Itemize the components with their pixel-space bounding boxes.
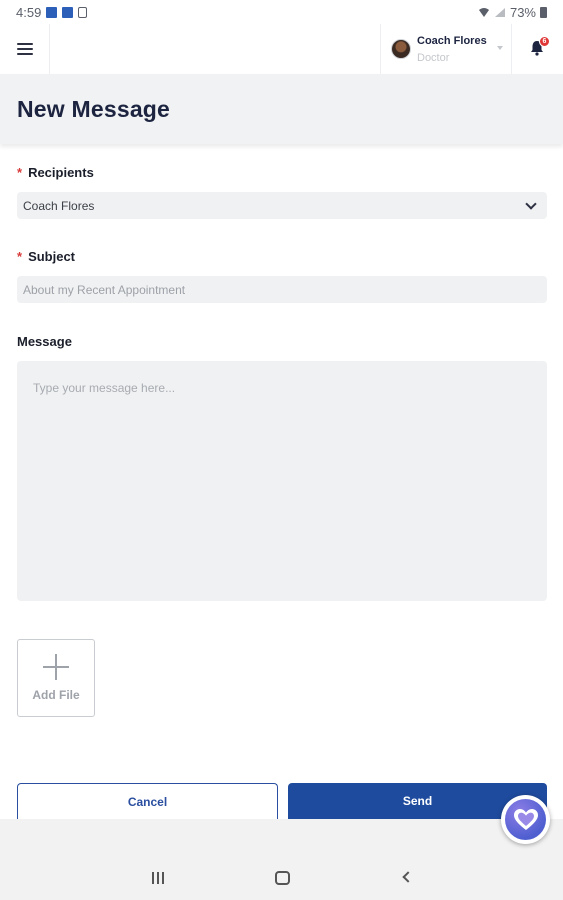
required-marker: *: [17, 249, 23, 264]
home-icon[interactable]: [275, 871, 290, 885]
message-label: Message: [17, 334, 72, 349]
battery-level: 73%: [509, 4, 536, 20]
status-left: 4:59: [16, 4, 88, 20]
subject-input[interactable]: [17, 276, 547, 303]
battery-icon: [540, 6, 547, 18]
required-marker: *: [17, 165, 23, 180]
recipients-select[interactable]: Coach Flores: [17, 192, 547, 219]
fab-inner: [505, 799, 546, 840]
title-band: New Message: [0, 74, 563, 144]
chevron-down-icon: [497, 46, 503, 50]
status-time: 4:59: [16, 4, 42, 20]
status-bar: 4:59 73%: [0, 0, 563, 24]
recipients-selected-value: Coach Flores: [23, 198, 95, 213]
app-header: Coach Flores Doctor 6: [0, 24, 563, 74]
subject-label-text: Subject: [28, 249, 76, 264]
notification-badge: 6: [539, 36, 550, 47]
user-name: Coach Flores: [417, 34, 487, 47]
profile-text: Coach Flores Doctor: [417, 35, 487, 64]
floating-heart-button[interactable]: [501, 795, 550, 844]
user-profile-menu[interactable]: Coach Flores Doctor: [380, 24, 512, 74]
user-role: Doctor: [417, 51, 450, 64]
app-notification-icon: [46, 6, 58, 18]
system-nav-bar: [0, 819, 563, 900]
wifi-icon: [478, 7, 489, 17]
plus-icon: [43, 654, 69, 680]
recent-apps-icon[interactable]: [152, 872, 164, 884]
add-file-label: Add File: [32, 688, 80, 702]
signal-icon: [494, 7, 505, 17]
recipients-label: * Recipients: [17, 165, 94, 180]
back-icon[interactable]: [402, 871, 414, 883]
hamburger-menu-icon[interactable]: [0, 24, 50, 74]
cancel-button[interactable]: Cancel: [17, 783, 278, 819]
recipients-label-text: Recipients: [28, 165, 94, 180]
page-title: New Message: [17, 95, 171, 122]
message-textarea[interactable]: [17, 361, 547, 601]
heart-icon: [513, 808, 538, 830]
sim-icon: [78, 6, 88, 18]
avatar: [391, 39, 411, 59]
app-notification-icon: [62, 6, 74, 18]
add-file-button[interactable]: Add File: [17, 639, 95, 717]
chevron-down-icon: [525, 198, 537, 210]
subject-label: * Subject: [17, 249, 75, 264]
status-right: 73%: [478, 5, 547, 20]
